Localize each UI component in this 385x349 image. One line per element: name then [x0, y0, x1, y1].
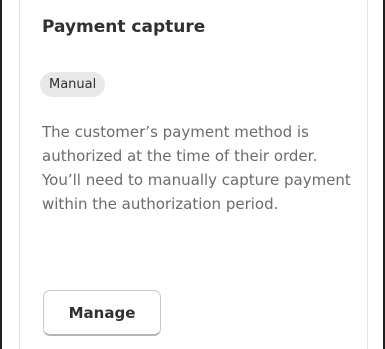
- screenshot-frame: Payment capture Manual The customer’s pa…: [0, 0, 385, 349]
- card-title: Payment capture: [42, 17, 206, 37]
- payment-capture-card: Payment capture Manual The customer’s pa…: [19, 0, 368, 349]
- left-edge-divider: [0, 0, 2, 349]
- card-description: The customer’s payment method is authori…: [42, 123, 351, 213]
- capture-mode-badge: Manual: [40, 72, 106, 97]
- manage-button[interactable]: Manage: [43, 290, 161, 336]
